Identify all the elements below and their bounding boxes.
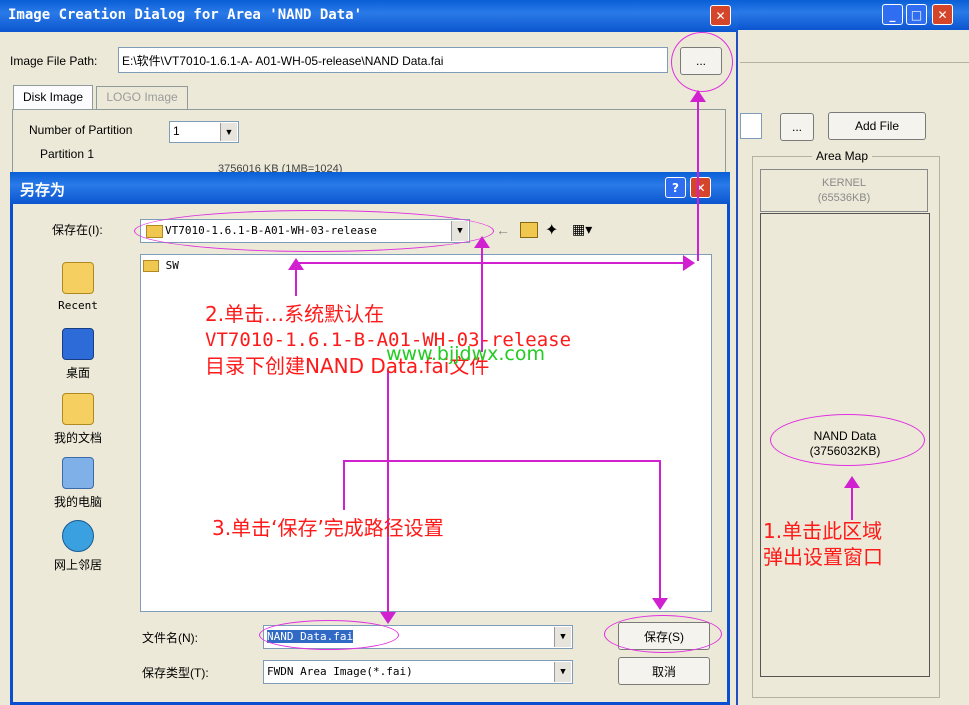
- image-path-label: Image File Path:: [10, 54, 98, 68]
- place-recent-label: Recent: [58, 299, 98, 312]
- new-folder-icon[interactable]: ✦: [545, 220, 558, 240]
- kernel-size: (65536KB): [817, 192, 871, 204]
- annotation-step2-line1: 2.单击…系统默认在: [205, 302, 385, 326]
- annotation-step3: 3.单击‘保存’完成路径设置: [212, 516, 444, 540]
- place-desktop-label: 桌面: [65, 366, 90, 380]
- arrowhead-up-icon: [690, 90, 706, 102]
- arrow-line: [697, 96, 699, 261]
- highlight-browse-button: [671, 32, 733, 92]
- filetype-select[interactable]: FWDN Area Image(*.fai) ▼: [263, 660, 573, 684]
- arrow-line: [295, 262, 693, 264]
- partition1-label: Partition 1: [40, 147, 95, 161]
- watermark-text: www.bjjdwx.com: [386, 343, 545, 365]
- maximize-button[interactable]: □: [906, 4, 927, 25]
- arrowhead-up-icon: [288, 258, 304, 270]
- chevron-down-icon[interactable]: ▼: [554, 662, 571, 682]
- filetype-label: 保存类型(T):: [142, 666, 209, 680]
- place-documents-label: 我的文档: [53, 431, 102, 445]
- tab-logo-image[interactable]: LOGO Image: [96, 86, 188, 109]
- save-dialog-titlebar: 另存为: [10, 172, 730, 204]
- place-network-label: 网上邻居: [53, 558, 102, 572]
- arrow-line: [343, 460, 661, 462]
- recent-folder-icon: [62, 262, 94, 294]
- area-map-label: Area Map: [812, 149, 873, 163]
- arrow-line: [343, 460, 345, 510]
- bg-browse-button[interactable]: ...: [780, 113, 814, 141]
- bg-close-button[interactable]: ✕: [932, 4, 953, 25]
- place-network[interactable]: 网上邻居: [38, 520, 118, 573]
- kernel-name: KERNEL: [821, 177, 867, 189]
- arrow-line: [387, 370, 389, 615]
- num-partition-label: Number of Partition: [29, 123, 133, 137]
- save-in-label: 保存在(I):: [52, 223, 103, 237]
- add-file-button[interactable]: Add File: [828, 112, 926, 140]
- place-recent[interactable]: Recent: [38, 262, 118, 312]
- tab-disk-image[interactable]: Disk Image: [13, 85, 93, 110]
- image-path-field[interactable]: E:\软件\VT7010-1.6.1-A- A01-WH-05-release\…: [118, 47, 668, 73]
- place-computer[interactable]: 我的电脑: [38, 457, 118, 510]
- arrowhead-down-icon: [380, 612, 396, 624]
- num-partition-value: 1: [173, 124, 180, 138]
- arrow-line: [295, 268, 297, 296]
- main-close-button[interactable]: ✕: [710, 5, 731, 26]
- arrowhead-down-icon: [652, 598, 668, 610]
- highlight-nand-area: [770, 414, 925, 466]
- arrowhead-up-icon: [474, 236, 490, 248]
- bg-menu-divider: [740, 62, 969, 63]
- folder-icon: [143, 260, 159, 272]
- annotation-step1-line1: 1.单击此区域: [763, 519, 883, 543]
- main-dialog-title: Image Creation Dialog for Area 'NAND Dat…: [8, 7, 363, 23]
- highlight-save-in: [134, 210, 494, 252]
- save-dialog-title: 另存为: [20, 182, 66, 199]
- minimize-button[interactable]: _: [882, 4, 903, 25]
- highlight-save-button: [604, 615, 722, 653]
- view-menu-icon[interactable]: ▦▾: [572, 221, 592, 238]
- annotation-step1-line2: 弹出设置窗口: [763, 545, 883, 569]
- place-computer-label: 我的电脑: [53, 495, 102, 509]
- help-button[interactable]: ?: [665, 177, 686, 198]
- place-desktop[interactable]: 桌面: [38, 328, 118, 381]
- arrowhead-up-icon: [844, 476, 860, 488]
- filetype-value: FWDN Area Image(*.fai): [267, 665, 413, 678]
- network-icon: [62, 520, 94, 552]
- main-dialog-titlebar: Image Creation Dialog for Area 'NAND Dat…: [0, 0, 738, 32]
- highlight-filename: [259, 620, 399, 650]
- computer-icon: [62, 457, 94, 489]
- bg-path-field[interactable]: [740, 113, 762, 139]
- documents-icon: [62, 393, 94, 425]
- place-documents[interactable]: 我的文档: [38, 393, 118, 446]
- arrowhead-right-icon: [683, 255, 695, 271]
- folder-item-sw[interactable]: SW: [143, 259, 179, 272]
- arrow-line: [659, 460, 661, 600]
- chevron-down-icon[interactable]: ▼: [220, 123, 237, 141]
- area-kernel-block[interactable]: KERNEL (65536KB): [760, 169, 928, 212]
- cancel-button[interactable]: 取消: [618, 657, 710, 685]
- num-partition-select[interactable]: 1 ▼: [169, 121, 239, 143]
- save-dialog-close-button[interactable]: ✕: [690, 177, 711, 198]
- desktop-icon: [62, 328, 94, 360]
- up-folder-icon[interactable]: [520, 222, 538, 238]
- back-icon[interactable]: ←: [496, 222, 510, 238]
- chevron-down-icon[interactable]: ▼: [554, 627, 571, 647]
- filename-label: 文件名(N):: [142, 631, 198, 645]
- arrow-line: [851, 486, 853, 520]
- folder-item-label: SW: [165, 259, 179, 272]
